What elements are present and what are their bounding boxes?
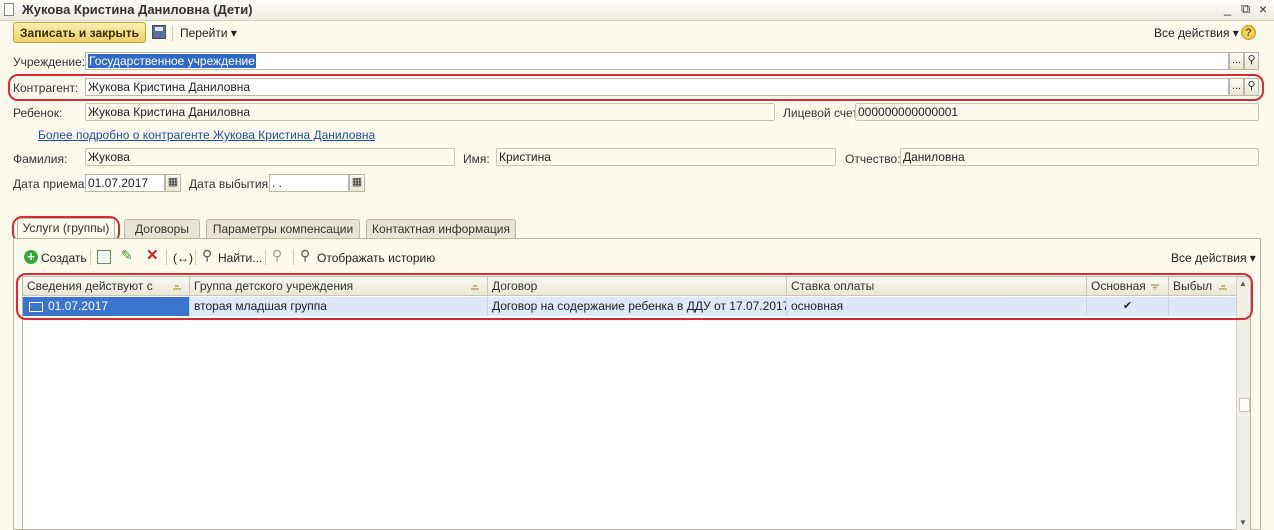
admission-date-field[interactable]: 01.07.2017 xyxy=(85,174,165,192)
grid-toolbar-separator xyxy=(195,249,196,265)
restore-button[interactable]: ⧉ xyxy=(1241,1,1250,17)
counterparty-search-icon[interactable]: ⚲ xyxy=(1244,78,1259,96)
counterparty-details-link[interactable]: Более подробно о контрагенте Жукова Крис… xyxy=(38,128,375,142)
institution-search-icon[interactable]: ⚲ xyxy=(1244,52,1259,70)
institution-value: Государственное учреждение xyxy=(88,54,256,68)
surname-field: Жукова xyxy=(85,148,455,166)
save-close-button[interactable]: Записать и закрыть xyxy=(13,22,146,43)
minimize-button[interactable]: _ xyxy=(1224,1,1231,16)
cancel-find-icon[interactable]: ⚲ xyxy=(272,247,282,264)
all-actions-menu[interactable]: Все действия ▾ xyxy=(1154,26,1239,40)
leave-date-label: Дата выбытия: xyxy=(189,177,272,191)
range-icon[interactable]: (↔) xyxy=(173,251,193,265)
leave-date-field[interactable]: . . xyxy=(269,174,349,192)
institution-choose-button[interactable]: ... xyxy=(1229,52,1244,70)
highlight-table-row xyxy=(16,273,1253,320)
account-label: Лицевой счет: xyxy=(783,106,862,120)
account-field: 000000000000001 xyxy=(855,103,1259,121)
tab-contracts[interactable]: Договоры xyxy=(124,219,200,238)
copy-icon[interactable] xyxy=(97,250,111,264)
grid-toolbar-separator xyxy=(90,249,91,265)
admission-calendar-icon[interactable]: ▦ xyxy=(165,174,181,192)
institution-field[interactable]: Государственное учреждение xyxy=(85,52,1229,70)
patronymic-field: Даниловна xyxy=(900,148,1259,166)
name-label: Имя: xyxy=(463,152,490,166)
edit-icon[interactable]: ✎ xyxy=(121,247,133,264)
leave-calendar-icon[interactable]: ▦ xyxy=(349,174,365,192)
grid-toolbar-separator xyxy=(166,249,167,265)
toolbar-separator xyxy=(172,25,173,41)
help-icon[interactable]: ? xyxy=(1241,25,1256,40)
grid-toolbar-separator xyxy=(293,249,294,265)
goto-menu[interactable]: Перейти ▾ xyxy=(180,26,237,40)
child-field: Жукова Кристина Даниловна xyxy=(85,103,775,121)
institution-label: Учреждение: xyxy=(13,55,86,69)
scroll-down-icon[interactable]: ▼ xyxy=(1239,518,1247,527)
scroll-thumb[interactable] xyxy=(1239,398,1250,412)
grid-all-actions-menu[interactable]: Все действия ▾ xyxy=(1171,251,1256,265)
show-history-button[interactable]: Отображать историю xyxy=(317,251,435,265)
save-icon[interactable] xyxy=(152,25,166,39)
tab-compensation[interactable]: Параметры компенсации xyxy=(206,219,360,238)
find-icon[interactable]: ⚲ xyxy=(202,247,212,264)
create-icon[interactable]: + xyxy=(24,250,38,264)
history-icon[interactable]: ⚲ xyxy=(300,247,310,264)
create-button[interactable]: Создать xyxy=(41,251,87,265)
counterparty-label: Контрагент: xyxy=(13,81,79,95)
name-field: Кристина xyxy=(496,148,836,166)
child-label: Ребенок: xyxy=(13,106,63,120)
counterparty-choose-button[interactable]: ... xyxy=(1229,78,1244,96)
close-button[interactable]: × xyxy=(1259,1,1267,17)
find-button[interactable]: Найти... xyxy=(218,251,262,265)
admission-date-label: Дата приема: xyxy=(13,177,88,191)
document-icon xyxy=(4,3,14,16)
tab-contact-info[interactable]: Контактная информация xyxy=(366,219,516,238)
patronymic-label: Отчество: xyxy=(845,152,901,166)
window-title: Жукова Кристина Даниловна (Дети) xyxy=(22,2,253,17)
delete-icon[interactable]: ✕ xyxy=(146,246,159,264)
surname-label: Фамилия: xyxy=(13,152,68,166)
counterparty-field[interactable]: Жукова Кристина Даниловна xyxy=(85,78,1229,96)
grid-toolbar-separator xyxy=(265,249,266,265)
